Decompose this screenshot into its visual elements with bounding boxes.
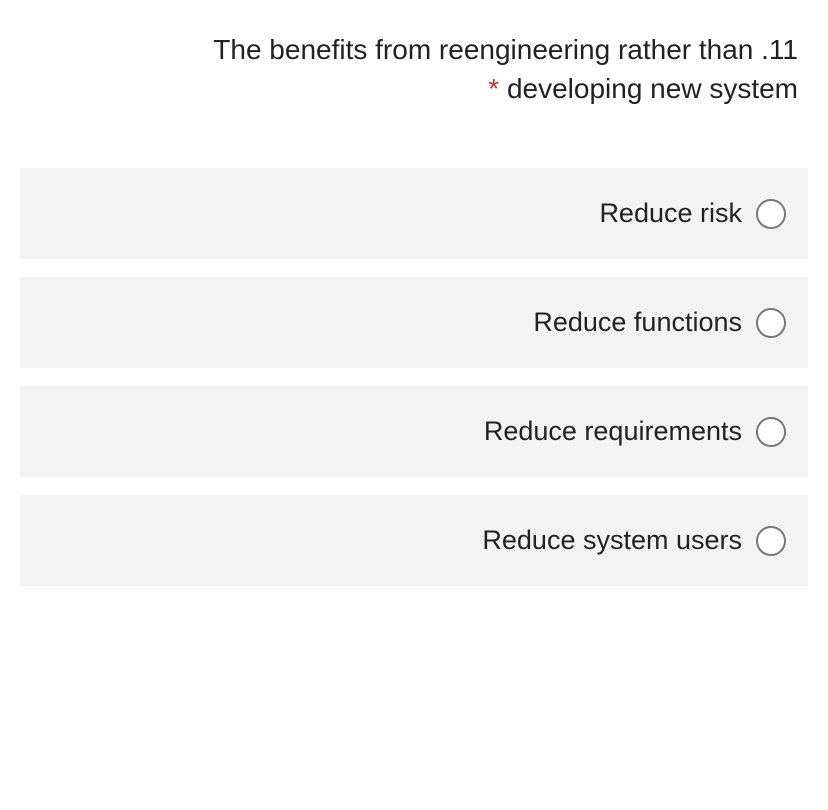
required-marker: * [488, 73, 499, 104]
radio-icon[interactable] [756, 199, 786, 229]
option-row-2[interactable]: Reduce requirements [20, 386, 808, 477]
option-row-0[interactable]: Reduce risk [20, 168, 808, 259]
option-label: Reduce system users [482, 525, 742, 556]
radio-icon[interactable] [756, 308, 786, 338]
question-number: .11 [761, 34, 798, 65]
option-row-3[interactable]: Reduce system users [20, 495, 808, 586]
question-text: The benefits from reengineering rather t… [20, 30, 808, 108]
radio-icon[interactable] [756, 417, 786, 447]
option-label: Reduce requirements [484, 416, 742, 447]
question-line1: The benefits from reengineering rather t… [213, 34, 753, 65]
option-label: Reduce risk [599, 198, 742, 229]
options-container: Reduce risk Reduce functions Reduce requ… [20, 168, 808, 586]
option-row-1[interactable]: Reduce functions [20, 277, 808, 368]
option-label: Reduce functions [533, 307, 742, 338]
question-block: The benefits from reengineering rather t… [20, 30, 808, 586]
radio-icon[interactable] [756, 526, 786, 556]
question-line2: developing new system [507, 73, 798, 104]
